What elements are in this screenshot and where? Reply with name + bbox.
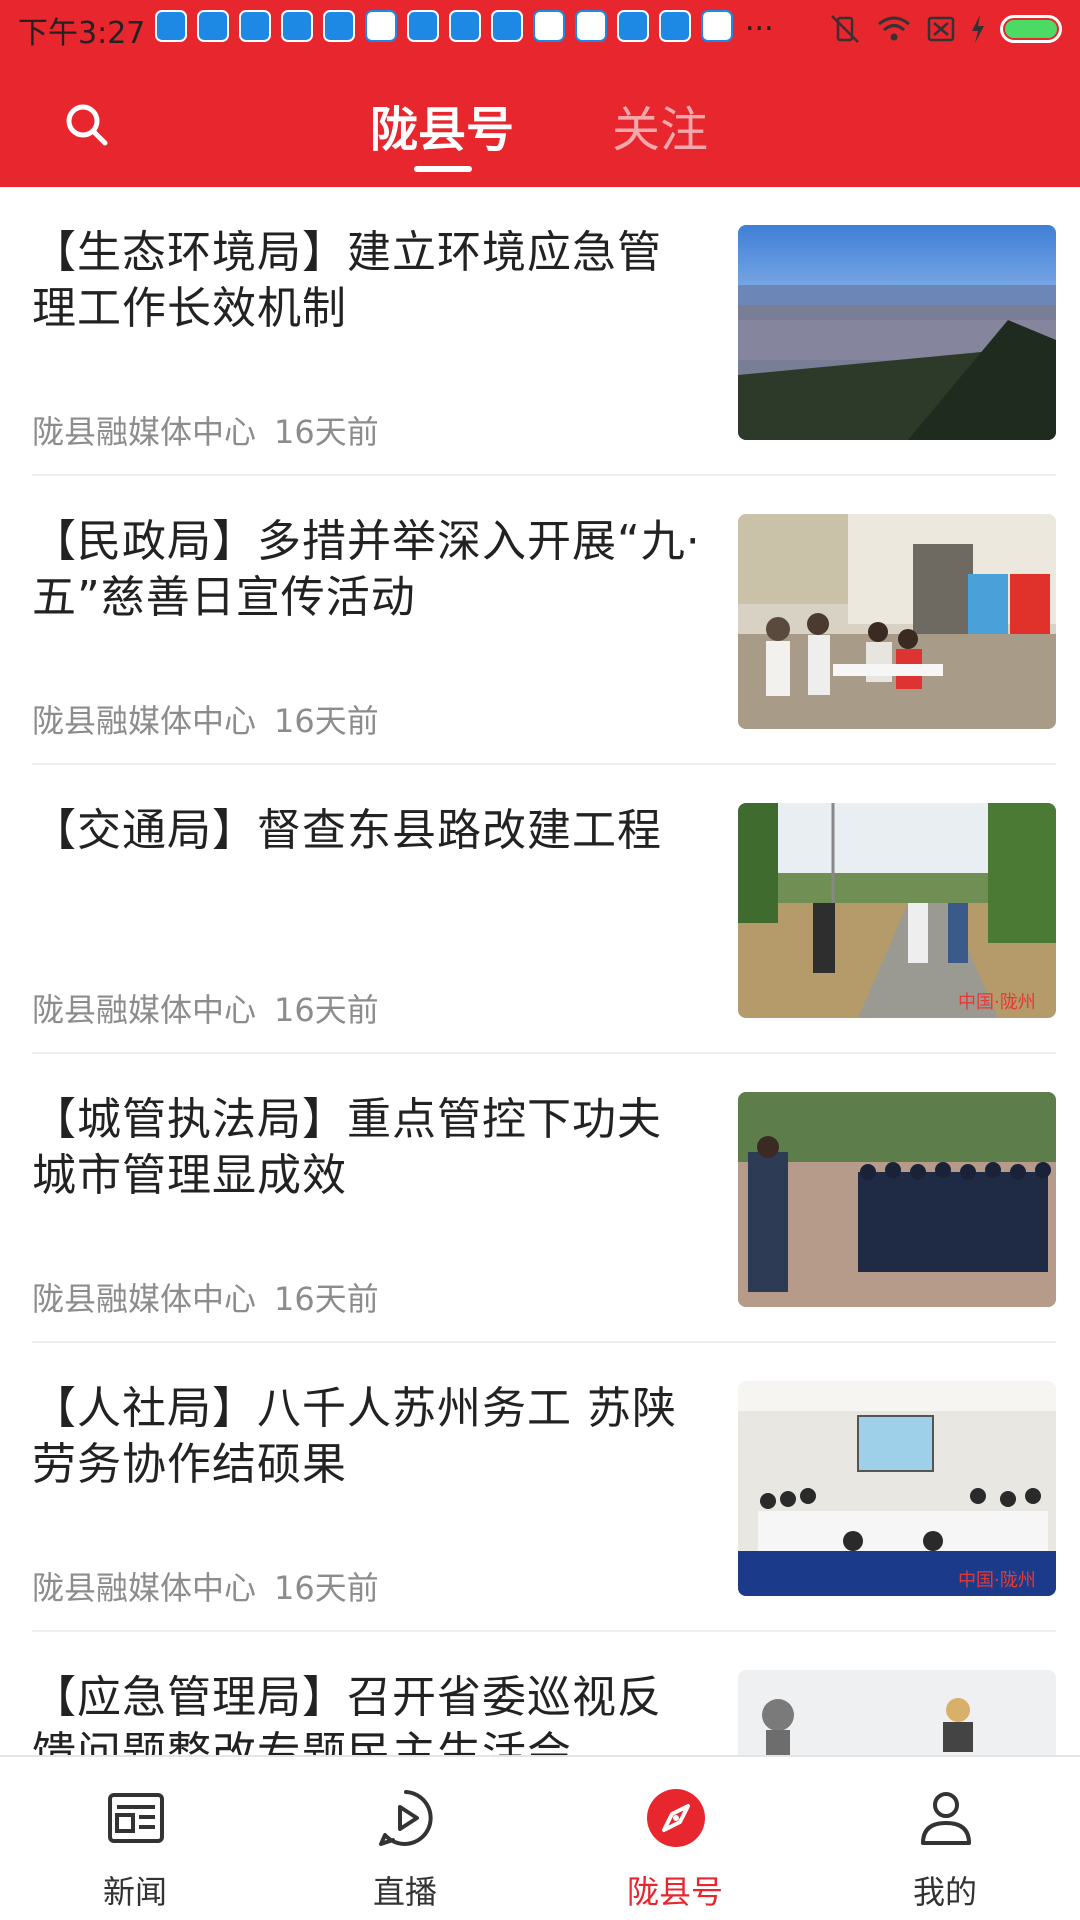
app-icon [323,10,355,42]
app-icon [617,10,649,42]
app-icon [239,10,271,42]
app-icon [449,10,481,42]
system-icons [828,12,1062,46]
nav-live[interactable]: 直播 [270,1757,540,1920]
vibrate-off-icon [831,15,859,43]
nav-label: 我的 [912,1873,977,1911]
app-icon [197,10,229,42]
item-source: 陇县融媒体中心 [32,1569,257,1607]
item-source: 陇县融媒体中心 [32,702,257,740]
status-bar: 下午3:27 ... [0,0,1080,56]
nav-label: 直播 [372,1873,437,1911]
charging-icon [972,15,984,43]
item-title: 【应急管理局】召开省委巡视反馈问题整改专题民主生活会 [32,1672,662,1755]
list-item[interactable]: 【城管执法局】重点管控下功夫城市管理显成效 陇县融媒体中心 16天前 [32,1054,1056,1343]
nav-label: 新闻 [102,1873,167,1911]
compass-icon [647,1789,705,1847]
item-meta: 陇县融媒体中心 16天前 [32,1274,379,1320]
no-sim-icon [927,16,955,42]
item-thumbnail: 中国·陇州 [738,1381,1056,1596]
app-icon [575,10,607,42]
item-thumbnail: 中国·陇州 [738,803,1056,1018]
play-icon [379,1790,433,1846]
item-title: 【交通局】督查东县路改建工程 [32,805,662,856]
list-item[interactable]: 【应急管理局】召开省委巡视反馈问题整改专题民主生活会 [32,1632,1056,1755]
app-icon [365,10,397,42]
active-tab-indicator [414,166,472,172]
list-item[interactable]: 【人社局】八千人苏州务工 苏陕劳务协作结硕果 陇县融媒体中心 16天前 中国·陇州 [32,1343,1056,1632]
item-source: 陇县融媒体中心 [32,413,257,451]
app-icon [659,10,691,42]
item-title: 【生态环境局】建立环境应急管理工作长效机制 [32,227,662,334]
list-item[interactable]: 【生态环境局】建立环境应急管理工作长效机制 陇县融媒体中心 16天前 [32,187,1056,476]
app-header: 下午3:27 ... 陇县号 关注 [0,0,1080,187]
item-thumbnail [738,1670,1056,1755]
nav-mine[interactable]: 我的 [810,1757,1080,1920]
list-item[interactable]: 【民政局】多措并举深入开展“九·五”慈善日宣传活动 陇县融媒体中心 16天前 [32,476,1056,765]
app-icon [533,10,565,42]
item-meta: 陇县融媒体中心 16天前 [32,1563,379,1609]
news-feed: 【生态环境局】建立环境应急管理工作长效机制 陇县融媒体中心 16天前 【民政局】多… [0,187,1080,1755]
app-icon [281,10,313,42]
item-thumbnail [738,225,1056,440]
nav-news[interactable]: 新闻 [0,1757,270,1920]
item-meta: 陇县融媒体中心 16天前 [32,407,379,453]
bottom-nav: 新闻 直播 陇县号 我的 [0,1755,1080,1920]
item-thumbnail [738,1092,1056,1307]
user-icon [921,1792,971,1845]
svg-text:中国·陇州: 中国·陇州 [958,1570,1036,1591]
newspaper-icon [108,1793,164,1843]
app-icon [155,10,187,42]
notification-icons: ... [155,3,774,42]
app-icon [407,10,439,42]
list-item[interactable]: 【交通局】督查东县路改建工程 陇县融媒体中心 16天前 中国·陇州 [32,765,1056,1054]
battery-icon [1000,15,1062,43]
item-time: 16天前 [274,991,379,1029]
tab-follow[interactable]: 关注 [612,90,708,160]
more-notifications: ... [745,3,774,38]
item-thumbnail [738,514,1056,729]
status-time: 下午3:27 [18,16,146,51]
app-icon [701,10,733,42]
item-time: 16天前 [274,1569,379,1607]
item-source: 陇县融媒体中心 [32,991,257,1029]
item-title: 【城管执法局】重点管控下功夫城市管理显成效 [32,1094,662,1201]
item-source: 陇县融媒体中心 [32,1280,257,1318]
item-meta: 陇县融媒体中心 16天前 [32,696,379,742]
tab-longxianhao[interactable]: 陇县号 [370,90,514,160]
item-title: 【人社局】八千人苏州务工 苏陕劳务协作结硕果 [32,1383,677,1490]
item-title: 【民政局】多措并举深入开展“九·五”慈善日宣传活动 [32,516,701,623]
wifi-icon [878,16,910,41]
nav-longxianhao[interactable]: 陇县号 [540,1757,810,1920]
item-time: 16天前 [274,702,379,740]
svg-text:中国·陇州: 中国·陇州 [958,992,1036,1013]
item-meta: 陇县融媒体中心 16天前 [32,985,379,1031]
item-time: 16天前 [274,413,379,451]
nav-label: 陇县号 [626,1873,723,1911]
top-tabs: 陇县号 关注 [0,90,1080,172]
app-icon [491,10,523,42]
item-time: 16天前 [274,1280,379,1318]
